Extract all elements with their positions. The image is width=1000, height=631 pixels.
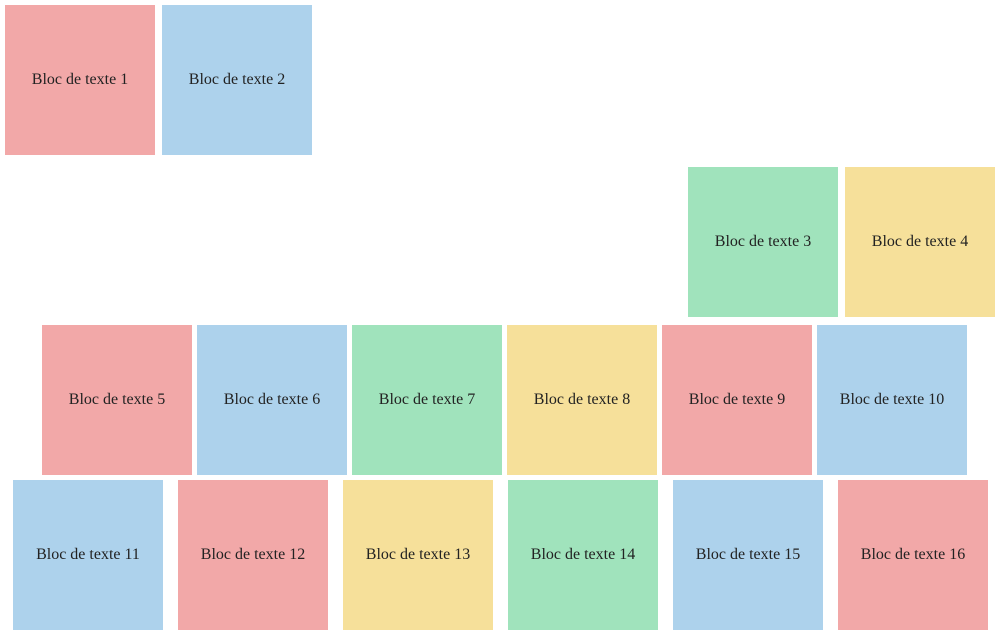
text-block-14: Bloc de texte 14 <box>508 480 658 630</box>
text-block-12: Bloc de texte 12 <box>178 480 328 630</box>
text-block-label: Bloc de texte 16 <box>861 546 965 564</box>
text-block-label: Bloc de texte 4 <box>872 233 968 251</box>
text-block-5: Bloc de texte 5 <box>42 325 192 475</box>
text-block-label: Bloc de texte 8 <box>534 391 630 409</box>
text-block-13: Bloc de texte 13 <box>343 480 493 630</box>
text-block-9: Bloc de texte 9 <box>662 325 812 475</box>
text-block-label: Bloc de texte 1 <box>32 71 128 89</box>
text-block-15: Bloc de texte 15 <box>673 480 823 630</box>
text-block-label: Bloc de texte 2 <box>189 71 285 89</box>
text-block-11: Bloc de texte 11 <box>13 480 163 630</box>
text-block-label: Bloc de texte 10 <box>840 391 944 409</box>
text-block-label: Bloc de texte 13 <box>366 546 470 564</box>
text-block-3: Bloc de texte 3 <box>688 167 838 317</box>
text-block-label: Bloc de texte 12 <box>201 546 305 564</box>
text-block-label: Bloc de texte 3 <box>715 233 811 251</box>
text-block-6: Bloc de texte 6 <box>197 325 347 475</box>
text-block-label: Bloc de texte 15 <box>696 546 800 564</box>
text-block-1: Bloc de texte 1 <box>5 5 155 155</box>
text-block-7: Bloc de texte 7 <box>352 325 502 475</box>
text-block-label: Bloc de texte 6 <box>224 391 320 409</box>
text-block-label: Bloc de texte 14 <box>531 546 635 564</box>
text-block-2: Bloc de texte 2 <box>162 5 312 155</box>
text-block-8: Bloc de texte 8 <box>507 325 657 475</box>
text-block-16: Bloc de texte 16 <box>838 480 988 630</box>
text-block-label: Bloc de texte 11 <box>36 546 140 564</box>
text-block-10: Bloc de texte 10 <box>817 325 967 475</box>
text-block-label: Bloc de texte 5 <box>69 391 165 409</box>
text-block-4: Bloc de texte 4 <box>845 167 995 317</box>
text-block-label: Bloc de texte 7 <box>379 391 475 409</box>
text-block-label: Bloc de texte 9 <box>689 391 785 409</box>
